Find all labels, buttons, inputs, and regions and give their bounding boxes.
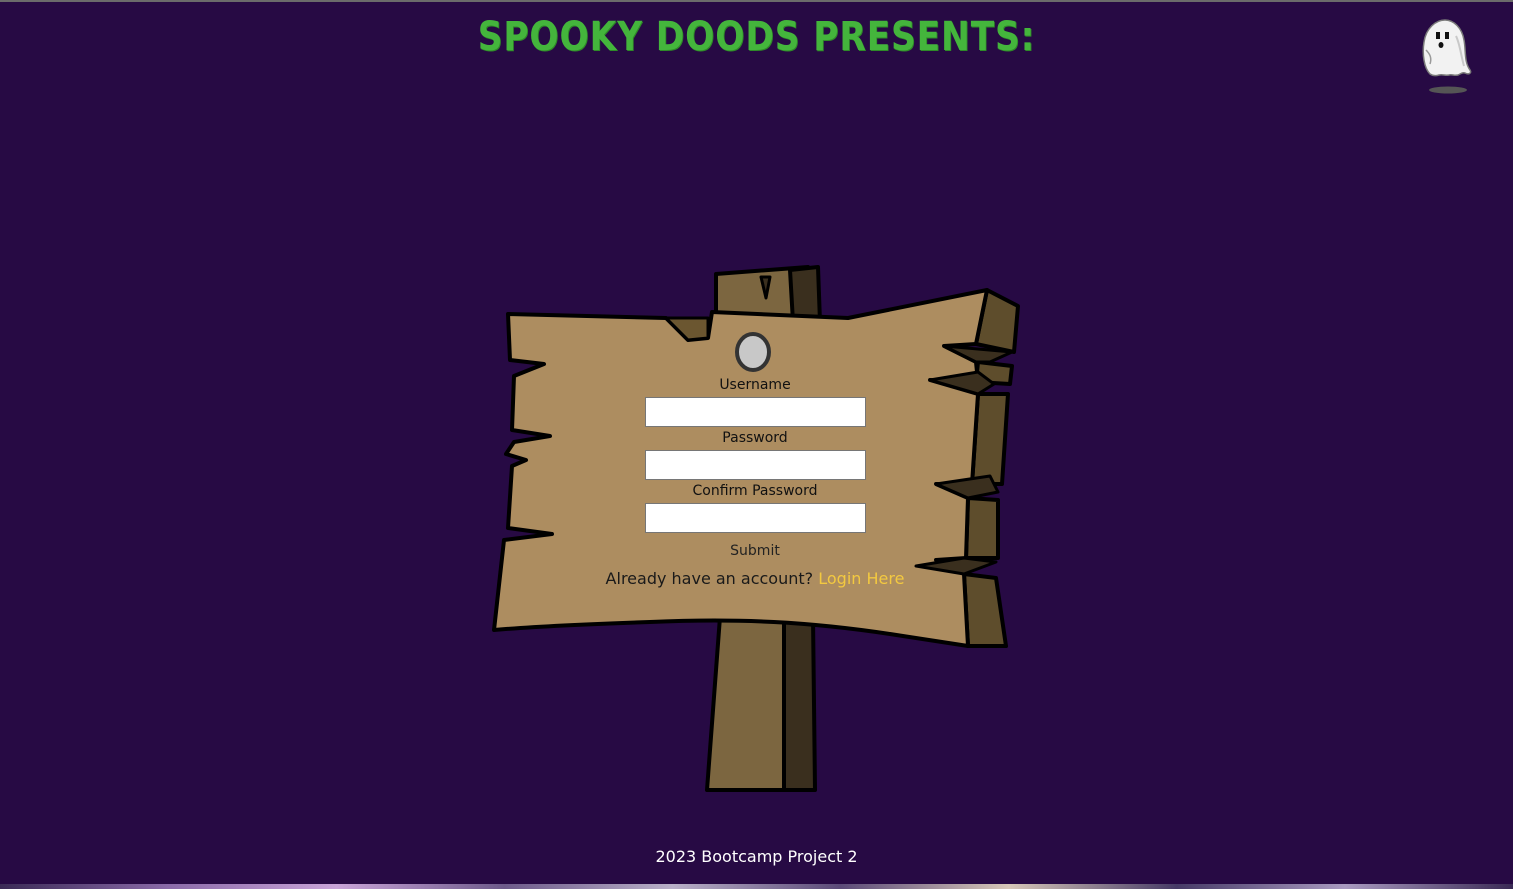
confirm-password-input[interactable] bbox=[644, 503, 866, 533]
signup-form: Username Password Confirm Password Submi… bbox=[555, 374, 955, 588]
footer-text: 2023 Bootcamp Project 2 bbox=[655, 847, 858, 866]
confirm-password-label: Confirm Password bbox=[692, 483, 818, 499]
ghost-icon bbox=[1422, 19, 1472, 94]
login-prompt-text: Already have an account? bbox=[605, 569, 814, 588]
taskbar-strip bbox=[0, 884, 1513, 889]
username-input[interactable] bbox=[644, 397, 866, 427]
submit-button[interactable]: Submit bbox=[724, 541, 786, 561]
username-label: Username bbox=[719, 377, 791, 393]
page-title: SPOOKY DOODS PRESENTS: bbox=[477, 14, 1036, 60]
window-top-border bbox=[0, 0, 1513, 2]
password-input[interactable] bbox=[644, 450, 866, 480]
login-link[interactable]: Login Here bbox=[818, 569, 904, 588]
password-label: Password bbox=[722, 430, 788, 446]
login-prompt-line: Already have an account? Login Here bbox=[555, 569, 955, 588]
